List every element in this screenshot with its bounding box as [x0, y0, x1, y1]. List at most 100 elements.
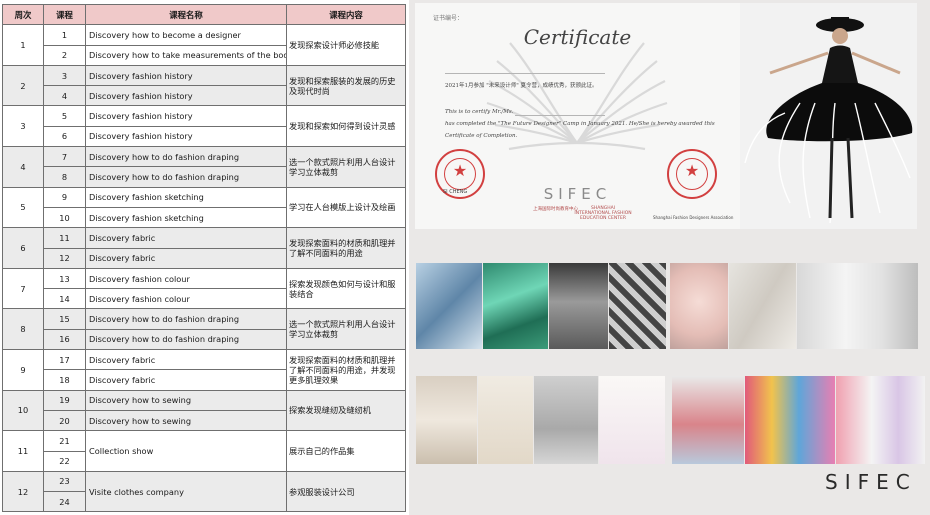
header-lesson: 课程: [43, 3, 86, 26]
course-content-cell: 选一个款式照片利用人台设计学习立体裁剪: [286, 146, 406, 188]
model-figure-icon: [744, 17, 913, 224]
week-cell: 9: [2, 349, 44, 391]
course-name-cell: Discovery fashion sketching: [85, 206, 287, 229]
lesson-number-cell: 23: [43, 470, 86, 493]
lesson-number-cell: 6: [43, 125, 86, 148]
table-row: 10 19 Discovery how to sewing 探索发现缝纫及缝纫机: [2, 389, 406, 432]
lesson-number-cell: 4: [43, 85, 86, 107]
lesson-number-cell: 16: [43, 328, 86, 351]
brand-sub-cn: 上海国际时尚教育中心: [533, 207, 578, 212]
lesson-number-cell: 21: [43, 430, 86, 452]
table-row: 7 13 Discovery fashion colour 探索发现颜色如何与设计和服…: [2, 267, 406, 310]
course-name-cell: Discovery fashion colour: [85, 288, 287, 310]
course-name-cell: Visite clothes company: [85, 470, 287, 513]
certificate-cn-text: 2021年1月参加 "未来设计师" 夏令营，成绩优秀，获颁此证。: [445, 83, 598, 89]
table-row: 9 17 Discovery fabric 发现探索面料的材质和肌理并了解不同面料的用…: [2, 349, 406, 391]
week-cell: 10: [2, 389, 44, 432]
table-row: 5 9 Discovery fashion sketching 学习在人台模版上设计及…: [2, 186, 406, 229]
draping-mannequin-photo: [670, 263, 728, 349]
week-cell: 11: [2, 430, 44, 472]
course-name-cell: Discovery how to become a designer: [85, 24, 287, 46]
course-content-cell: 发现探索面料的材质和肌理并了解不同面料的用途，并发现更多肌理效果: [286, 349, 406, 391]
header-course-name: 课程名称: [85, 3, 287, 26]
course-name-cell: Discovery fashion history: [85, 105, 287, 127]
table-row: 8 15 Discovery how to do fashion draping 选一…: [2, 308, 406, 351]
course-name-cell: Discovery how to do fashion draping: [85, 146, 287, 168]
lesson-number-cell: 2: [43, 44, 86, 66]
week-cell: 8: [2, 308, 44, 351]
course-name-cell: Discovery fashion history: [85, 125, 287, 148]
fabric-swatch-board-photo: [416, 376, 477, 464]
course-name-cell: Discovery how to do fashion draping: [85, 308, 287, 330]
header-week: 周次: [2, 3, 44, 26]
course-name-cell: Discovery fashion colour: [85, 267, 287, 290]
fashion-sketch-2-photo: [534, 376, 598, 464]
week-cell: 1: [2, 24, 44, 66]
course-content-cell: 选一个款式照片利用人台设计学习立体裁剪: [286, 308, 406, 351]
blue-feather-fabric-photo: [416, 263, 482, 349]
lesson-number-cell: 12: [43, 247, 86, 269]
model-outfit-1-photo: [672, 376, 744, 464]
right-seal-label: Shanghai Fashion Designers Association: [653, 215, 734, 220]
certificate-en-line-3: Certificate of Completion.: [445, 133, 518, 139]
lesson-number-cell: 24: [43, 491, 86, 513]
course-content-cell: 探索发现颜色如何与设计和服装结合: [286, 267, 406, 310]
week-cell: 2: [2, 64, 44, 107]
week-cell: 4: [2, 146, 44, 188]
course-name-cell: Discovery how to sewing: [85, 389, 287, 411]
course-name-cell: Collection show: [85, 430, 287, 472]
course-content-cell: 发现和探索如何得到设计灵感: [286, 105, 406, 148]
course-name-cell: Discovery fabric: [85, 369, 287, 391]
course-name-cell: Discovery fashion history: [85, 85, 287, 107]
fashion-sketch-3-photo: [599, 376, 665, 464]
certificate-title: Certificate: [523, 25, 632, 49]
sifec-logo: SIFEC: [825, 470, 917, 494]
sculptural-garment-photo: [549, 263, 608, 349]
table-row: 4 7 Discovery how to do fashion draping 选一个…: [2, 146, 406, 188]
brand-sub-en: SHANGHAI INTERNATIONAL FASHION EDUCATION…: [574, 206, 632, 221]
lesson-number-cell: 19: [43, 389, 86, 411]
pattern-paper-photo: [729, 263, 796, 349]
lesson-number-cell: 20: [43, 409, 86, 432]
course-content-cell: 展示自己的作品集: [286, 430, 406, 472]
course-content-cell: 参观服装设计公司: [286, 470, 406, 513]
table-row: 1 1 Discovery how to become a designer 发现探索…: [2, 24, 406, 66]
lesson-number-cell: 5: [43, 105, 86, 127]
page: 周次 课程 课程名称 课程内容 1 1 Discovery how to becom…: [0, 0, 930, 515]
green-fringe-fabric-photo: [483, 263, 548, 349]
name-line: [445, 73, 605, 74]
lesson-number-cell: 14: [43, 288, 86, 310]
lesson-number-cell: 10: [43, 206, 86, 229]
week-cell: 7: [2, 267, 44, 310]
table-row: 11 21 Collection show 展示自己的作品集: [2, 430, 406, 472]
course-content-cell: 发现探索设计师必修技能: [286, 24, 406, 66]
lesson-number-cell: 3: [43, 64, 86, 87]
table-header-row: 周次 课程 课程名称 课程内容: [2, 3, 406, 26]
course-name-cell: Discovery how to do fashion draping: [85, 328, 287, 351]
textile-texture-photo: [609, 263, 666, 349]
course-content-cell: 探索发现缝纫及缝纫机: [286, 389, 406, 432]
week-cell: 6: [2, 227, 44, 269]
table-body: 1 1 Discovery how to become a designer 发现探索…: [2, 24, 406, 513]
lesson-number-cell: 13: [43, 267, 86, 290]
name-line-en: [515, 115, 605, 116]
table-row: 3 5 Discovery fashion history 发现和探索如何得到设计灵感: [2, 105, 406, 148]
course-content-cell: 学习在人台模版上设计及绘画: [286, 186, 406, 229]
lesson-number-cell: 11: [43, 227, 86, 249]
lesson-number-cell: 1: [43, 24, 86, 46]
week-cell: 12: [2, 470, 44, 513]
table-row: 2 3 Discovery fashion history 发现和探索服装的发展的历史…: [2, 64, 406, 107]
lesson-number-cell: 17: [43, 349, 86, 371]
lesson-number-cell: 22: [43, 450, 86, 472]
table-row: 12 23 Visite clothes company 参观服装设计公司: [2, 470, 406, 513]
course-name-cell: Discovery how to do fashion draping: [85, 166, 287, 188]
course-name-cell: Discovery how to sewing: [85, 409, 287, 432]
course-content-cell: 发现探索面料的材质和肌理并了解不同面料的用途: [286, 227, 406, 269]
lesson-number-cell: 15: [43, 308, 86, 330]
header-course-content: 课程内容: [286, 3, 406, 26]
certificate-en-line-2: has completed the "The Future Designer" …: [445, 121, 715, 127]
course-name-cell: Discovery fashion history: [85, 64, 287, 87]
lesson-number-cell: 9: [43, 186, 86, 208]
course-content-cell: 发现和探索服装的发展的历史及现代时尚: [286, 64, 406, 107]
course-name-cell: Discovery fashion sketching: [85, 186, 287, 208]
